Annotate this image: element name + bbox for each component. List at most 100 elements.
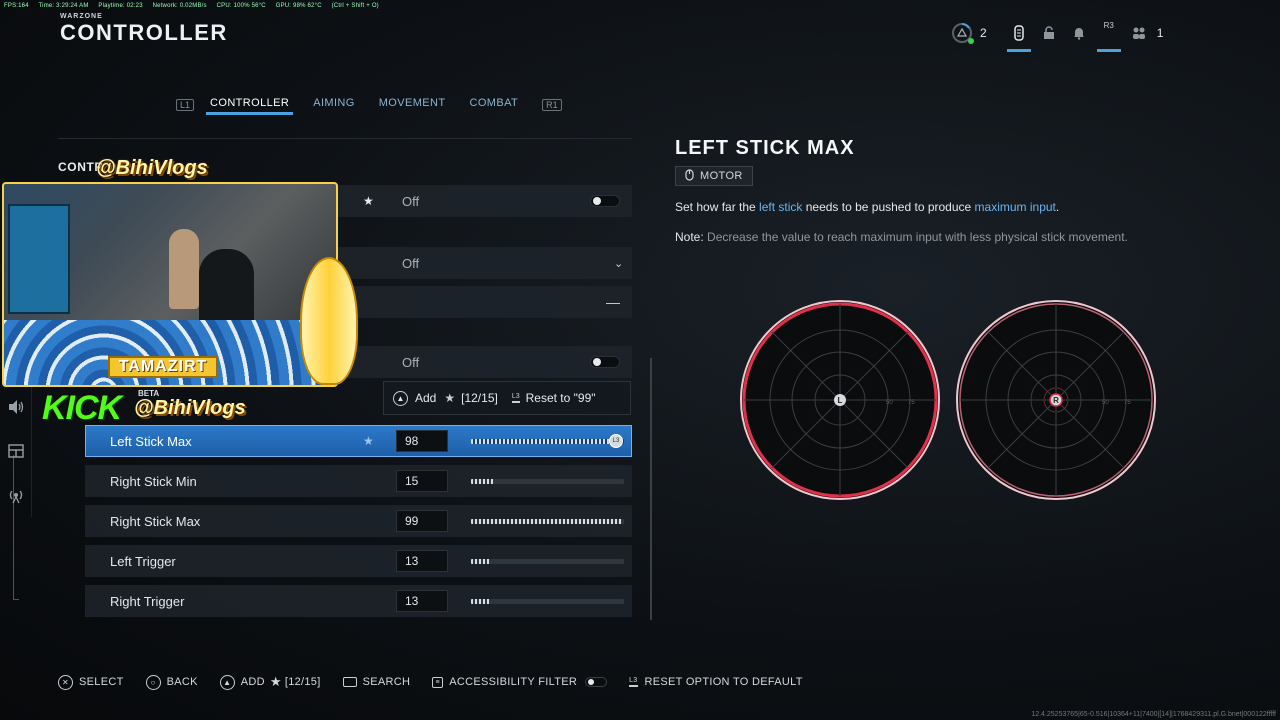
- add-favorite-prompt[interactable]: ▲ ADD ★ [12/15]: [219, 674, 321, 690]
- top-right-hud: 2 R3 1: [950, 18, 1169, 52]
- antenna-icon[interactable]: [0, 473, 32, 517]
- detail-tag-label: MOTOR: [700, 170, 743, 182]
- tooltip-add-label[interactable]: Add: [415, 391, 436, 405]
- perf-fps: FPS:164: [4, 3, 29, 9]
- row-action-tooltip: ▲ Add ★ [12/15] L3 Reset to "99": [383, 381, 631, 415]
- desc-highlight-left-stick: left stick: [759, 200, 803, 214]
- note-text: Decrease the value to reach maximum inpu…: [703, 230, 1128, 244]
- desc-text: needs to be pushed to produce: [802, 200, 975, 214]
- kick-logo: KICK: [42, 389, 122, 427]
- notifications-button[interactable]: [1067, 18, 1091, 48]
- triangle-button-icon: ▲: [219, 674, 235, 690]
- reset-default-prompt[interactable]: L3 RESET OPTION TO DEFAULT: [629, 676, 803, 688]
- setting-row-left-trigger[interactable]: Left Trigger 13: [85, 545, 632, 577]
- layout-icon[interactable]: [0, 429, 32, 473]
- setting-slider-track[interactable]: [471, 558, 624, 564]
- detail-category-tag: MOTOR: [675, 166, 753, 186]
- setting-toggle[interactable]: [590, 356, 620, 368]
- controller-settings-tab[interactable]: [1006, 18, 1031, 52]
- search-prompt[interactable]: SEARCH: [342, 676, 411, 688]
- add-label: ADD: [240, 676, 265, 688]
- tab-controller[interactable]: CONTROLLER: [206, 94, 294, 115]
- setting-label: Right Stick Max: [110, 513, 201, 529]
- setting-label: Right Trigger: [110, 593, 185, 609]
- mouse-icon: [685, 168, 694, 184]
- setting-label: Left Trigger: [110, 553, 176, 569]
- build-string: 12.4.25253765|65-0.516|10364+11|7400|[14…: [1031, 711, 1276, 718]
- tree-connector-foot: [13, 599, 19, 600]
- accessibility-toggle[interactable]: [585, 677, 608, 687]
- category-tabs: L1 CONTROLLER AIMING MOVEMENT COMBAT R1: [172, 94, 574, 115]
- brand-logo: WARZONE: [60, 13, 103, 20]
- level-indicator[interactable]: [950, 18, 974, 48]
- left-bumper-glyph[interactable]: L1: [176, 98, 195, 111]
- slider-fill: [471, 518, 623, 524]
- r3-button[interactable]: R3: [1096, 18, 1121, 52]
- setting-value-input[interactable]: 99: [396, 510, 448, 532]
- ring-label-50: 50: [1102, 400, 1109, 406]
- setting-row-right-stick-min[interactable]: Right Stick Min 15: [85, 465, 632, 497]
- tab-movement[interactable]: MOVEMENT: [375, 94, 450, 115]
- chevron-down-icon: ⌄: [614, 257, 624, 270]
- perf-playtime: Playtime: 02:23: [98, 3, 143, 9]
- ring-label-75: 75: [908, 400, 915, 406]
- stick-diagrams: 50 75 L 50 75 R: [740, 299, 1160, 501]
- setting-slider-track[interactable]: [471, 598, 624, 604]
- favorite-star-icon[interactable]: ★: [363, 194, 374, 208]
- perf-overlay: FPS:164 Time: 3:29:24 AM Playtime: 02:23…: [4, 3, 387, 9]
- tab-aiming[interactable]: AIMING: [309, 94, 359, 115]
- scrollbar[interactable]: [650, 358, 652, 620]
- accessibility-filter-prompt[interactable]: ≡ ACCESSIBILITY FILTER: [432, 676, 608, 688]
- star-icon: ★: [269, 674, 282, 689]
- setting-label: Right Stick Min: [110, 473, 197, 489]
- collapse-icon: —: [606, 294, 620, 310]
- setting-row-left-stick-max[interactable]: Left Stick Max ★ 98 L3: [85, 425, 632, 457]
- perf-time: Time: 3:29:24 AM: [38, 3, 89, 9]
- setting-toggle[interactable]: [590, 195, 620, 207]
- r3-label: R3: [1103, 21, 1114, 30]
- left-stick-letter: L: [838, 396, 843, 405]
- friends-button[interactable]: [1127, 18, 1151, 48]
- setting-value-input[interactable]: 13: [396, 550, 448, 572]
- stream-webcam-overlay: @BihiVlogs TAMAZIRT KICK BETA @BihiVlogs: [0, 157, 362, 427]
- ring-label-75: 75: [1124, 400, 1131, 406]
- setting-value-input[interactable]: 98: [396, 430, 448, 452]
- webcam-person-standing: [169, 229, 199, 309]
- setting-slider-track[interactable]: [471, 478, 624, 484]
- desc-text: .: [1055, 200, 1060, 214]
- circle-button-icon: ○: [145, 674, 161, 690]
- right-bumper-glyph[interactable]: R1: [542, 98, 562, 111]
- friends-icon: [1127, 21, 1151, 45]
- l3-button-glyph: L3: [629, 677, 638, 687]
- detail-description: Set how far the left stick needs to be p…: [675, 200, 1235, 214]
- setting-value-input[interactable]: 13: [396, 590, 448, 612]
- setting-slider-track[interactable]: [471, 438, 624, 444]
- perf-network: Network: 0.02MB/s: [152, 3, 207, 9]
- setting-slider-track[interactable]: [471, 518, 624, 524]
- select-prompt[interactable]: ✕ SELECT: [58, 674, 124, 690]
- l3-button-glyph: L3: [511, 393, 520, 403]
- accessibility-label: ACCESSIBILITY FILTER: [449, 676, 578, 688]
- star-icon: ★: [444, 391, 456, 405]
- stream-handle-top: @BihiVlogs: [96, 157, 208, 179]
- lock-icon: [1037, 21, 1061, 45]
- note-label: Note:: [675, 230, 704, 244]
- slider-knob[interactable]: L3: [609, 434, 623, 448]
- detail-note: Note: Decrease the value to reach maximu…: [675, 230, 1235, 244]
- setting-row-right-trigger[interactable]: Right Trigger 13: [85, 585, 632, 617]
- detail-title: LEFT STICK MAX: [675, 137, 855, 159]
- setting-value-input[interactable]: 15: [396, 470, 448, 492]
- page-title: CONTROLLER: [60, 20, 228, 45]
- cross-button-icon: ✕: [58, 674, 73, 690]
- back-prompt[interactable]: ○ BACK: [145, 674, 198, 690]
- tab-combat[interactable]: COMBAT: [465, 94, 522, 115]
- lock-button[interactable]: [1037, 18, 1061, 48]
- webcam-monitor: [8, 204, 70, 314]
- setting-value: Off: [402, 354, 420, 370]
- favorite-star-icon[interactable]: ★: [363, 434, 374, 448]
- tooltip-reset-label[interactable]: Reset to "99": [526, 391, 596, 405]
- slider-fill: [471, 438, 621, 444]
- panel-divider: [58, 138, 632, 139]
- setting-row-right-stick-max[interactable]: Right Stick Max 99: [85, 505, 632, 537]
- desc-text: Set how far the: [675, 200, 760, 214]
